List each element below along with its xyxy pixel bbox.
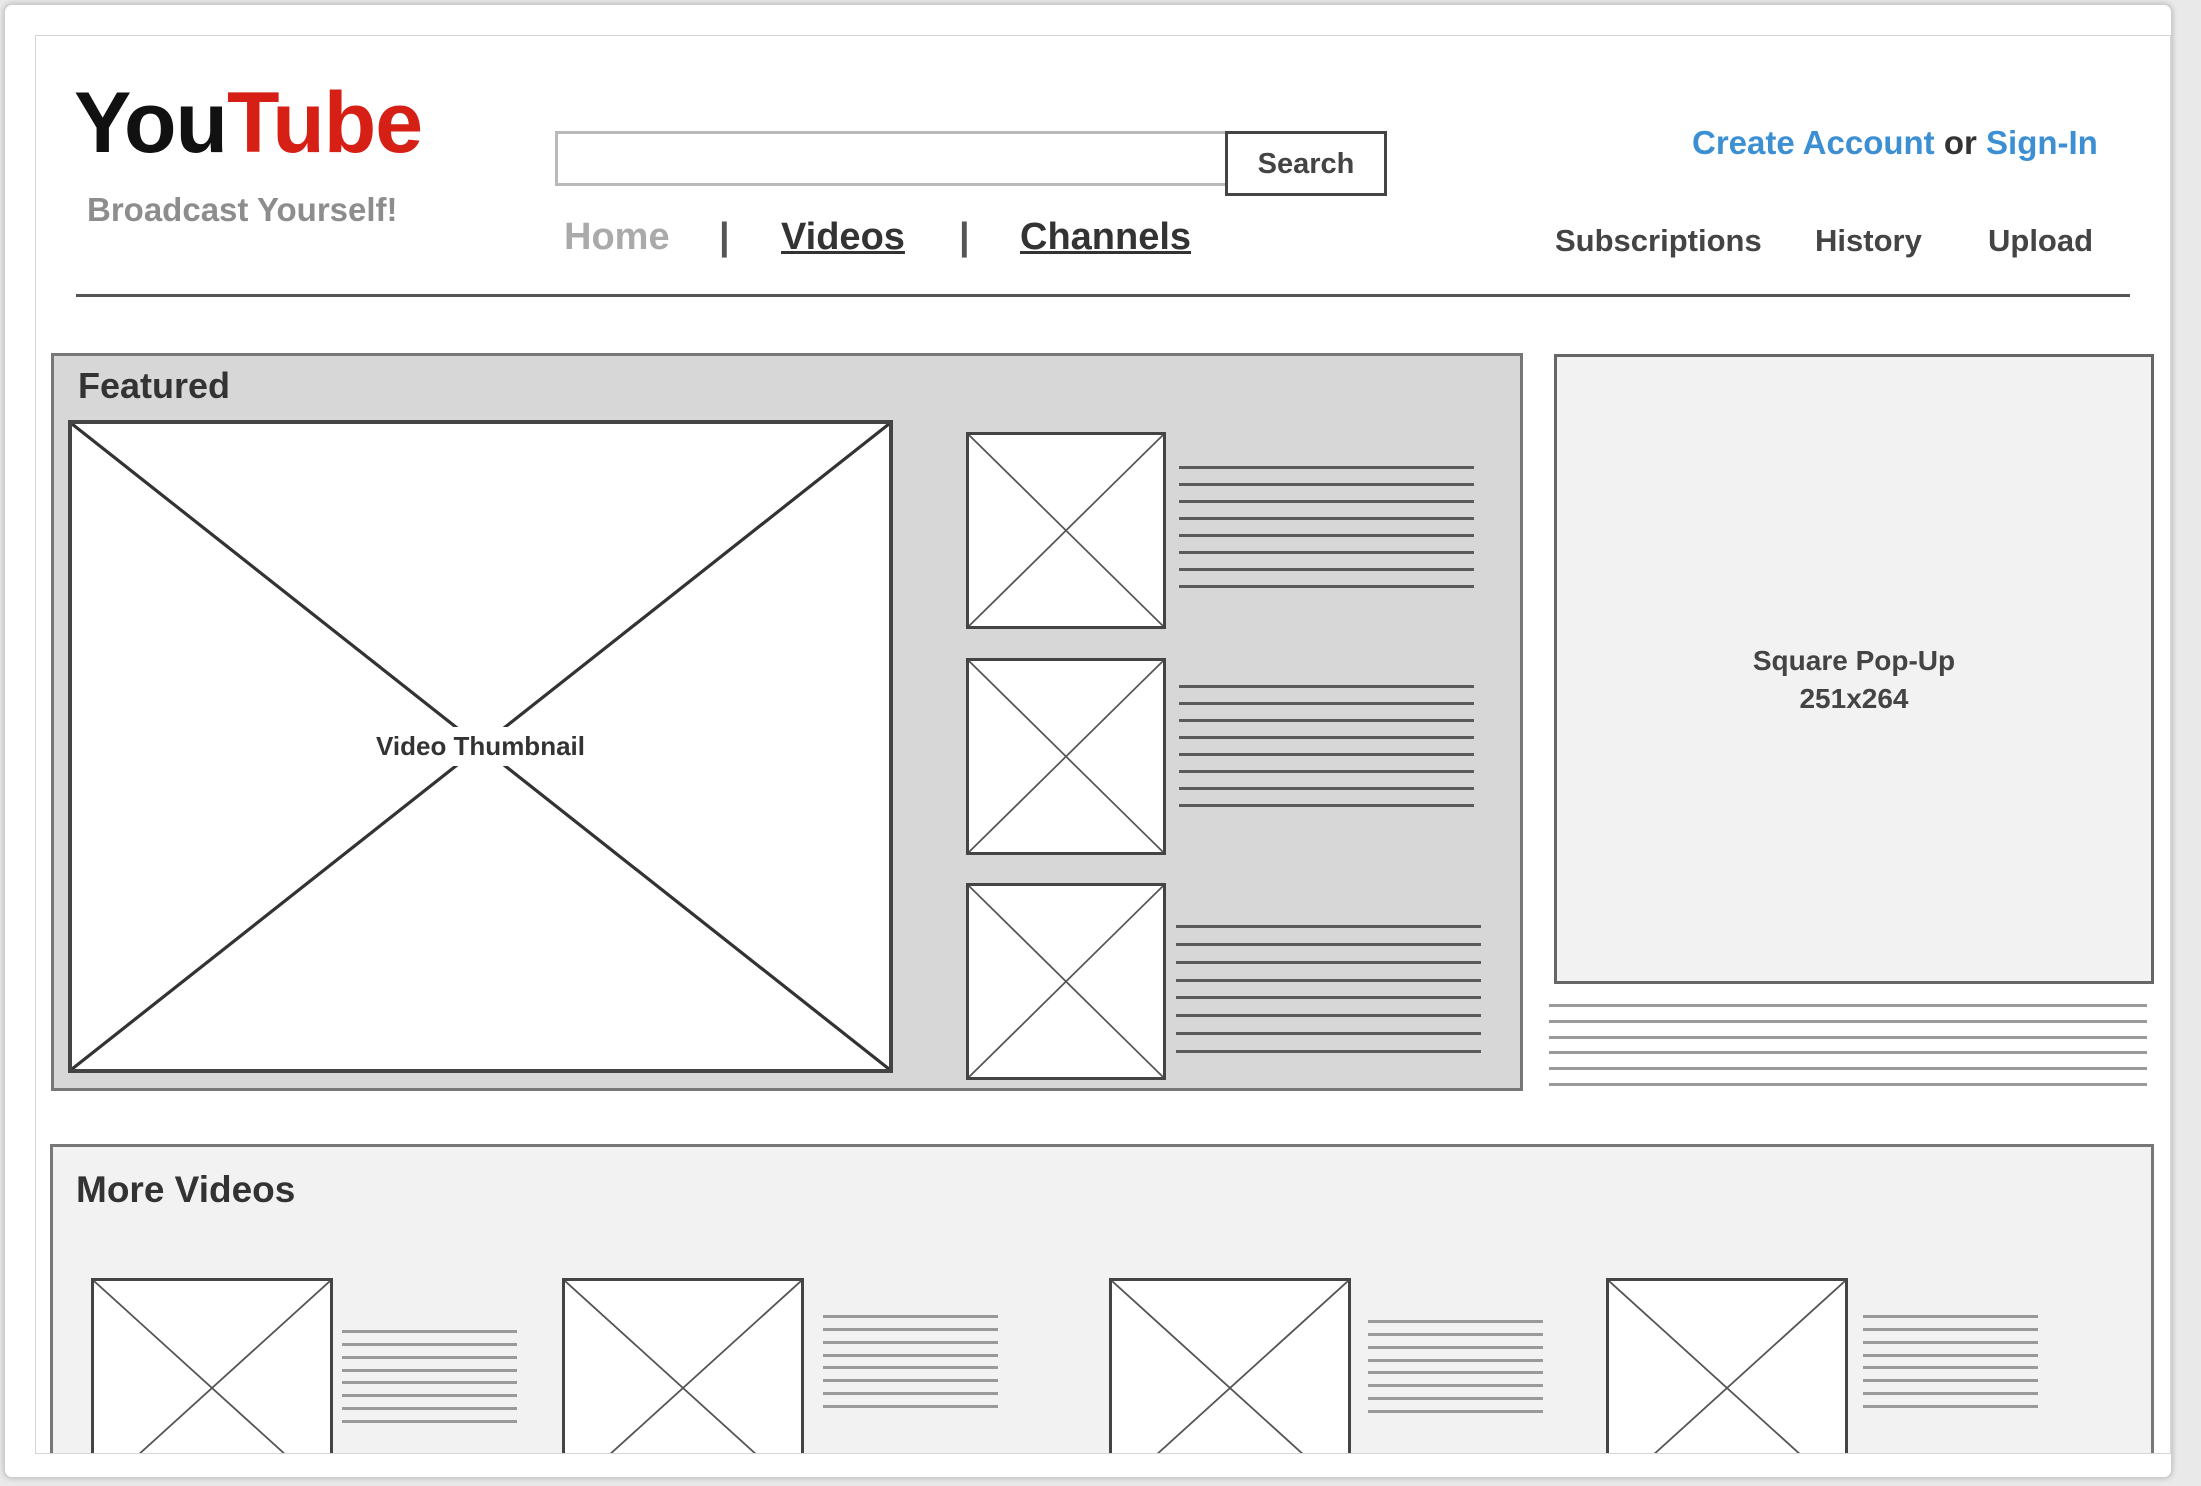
search-input[interactable]	[555, 131, 1238, 186]
more-video-thumbnail[interactable]	[91, 1278, 333, 1453]
upload-link[interactable]: Upload	[1988, 223, 2093, 259]
featured-side-thumbnail[interactable]	[966, 883, 1166, 1080]
video-description-lines	[342, 1330, 517, 1423]
more-videos-panel: More Videos	[50, 1144, 2154, 1453]
nav-videos[interactable]: Videos	[781, 216, 905, 259]
video-description-lines	[823, 1315, 998, 1408]
logo-you: You	[74, 75, 228, 171]
featured-video-thumbnail[interactable]: Video Thumbnail	[68, 420, 893, 1073]
subscriptions-link[interactable]: Subscriptions	[1555, 223, 1762, 259]
placeholder-icon	[969, 435, 1163, 626]
featured-side-thumbnail[interactable]	[966, 658, 1166, 855]
nav-separator: |	[719, 216, 730, 258]
youtube-logo[interactable]: YouTube	[74, 80, 423, 166]
placeholder-icon	[969, 661, 1163, 852]
or-text: or	[1943, 124, 1977, 161]
nav-separator: |	[959, 216, 970, 258]
video-description-lines	[1863, 1315, 2038, 1408]
featured-panel: Featured Video Thumbnail	[51, 353, 1523, 1091]
more-video-thumbnail[interactable]	[1109, 1278, 1351, 1453]
more-video-thumbnail[interactable]	[562, 1278, 804, 1453]
wireframe-page: YouTube Broadcast Yourself! Search Home …	[35, 35, 2171, 1454]
history-link[interactable]: History	[1815, 223, 1922, 259]
featured-title: Featured	[78, 365, 231, 406]
more-video-thumbnail[interactable]	[1606, 1278, 1848, 1453]
logo-tube: Tube	[227, 75, 423, 171]
video-description-lines	[1179, 466, 1474, 588]
tagline: Broadcast Yourself!	[87, 191, 398, 228]
ad-description-lines	[1549, 1004, 2147, 1086]
create-account-link[interactable]: Create Account	[1692, 124, 1935, 161]
video-description-lines	[1368, 1320, 1543, 1413]
video-description-lines	[1179, 685, 1474, 807]
video-thumbnail-label: Video Thumbnail	[368, 727, 593, 766]
nav-channels[interactable]: Channels	[1020, 216, 1191, 259]
ad-label-line2: 251x264	[1799, 683, 1909, 714]
placeholder-icon	[969, 886, 1163, 1077]
account-links: Create Account or Sign-In	[1692, 124, 2098, 162]
video-description-lines	[1176, 925, 1481, 1053]
placeholder-icon	[1112, 1281, 1348, 1453]
placeholder-icon	[1609, 1281, 1845, 1453]
placeholder-icon	[565, 1281, 801, 1453]
search-button[interactable]: Search	[1225, 131, 1387, 196]
header-divider	[76, 294, 2130, 297]
ad-label-line1: Square Pop-Up	[1752, 645, 1956, 676]
square-popup-ad[interactable]: Square Pop-Up 251x264	[1554, 354, 2154, 984]
placeholder-icon	[94, 1281, 330, 1453]
sign-in-link[interactable]: Sign-In	[1986, 124, 2098, 161]
nav-home[interactable]: Home	[564, 216, 670, 259]
more-videos-title: More Videos	[76, 1169, 296, 1210]
featured-side-thumbnail[interactable]	[966, 432, 1166, 629]
